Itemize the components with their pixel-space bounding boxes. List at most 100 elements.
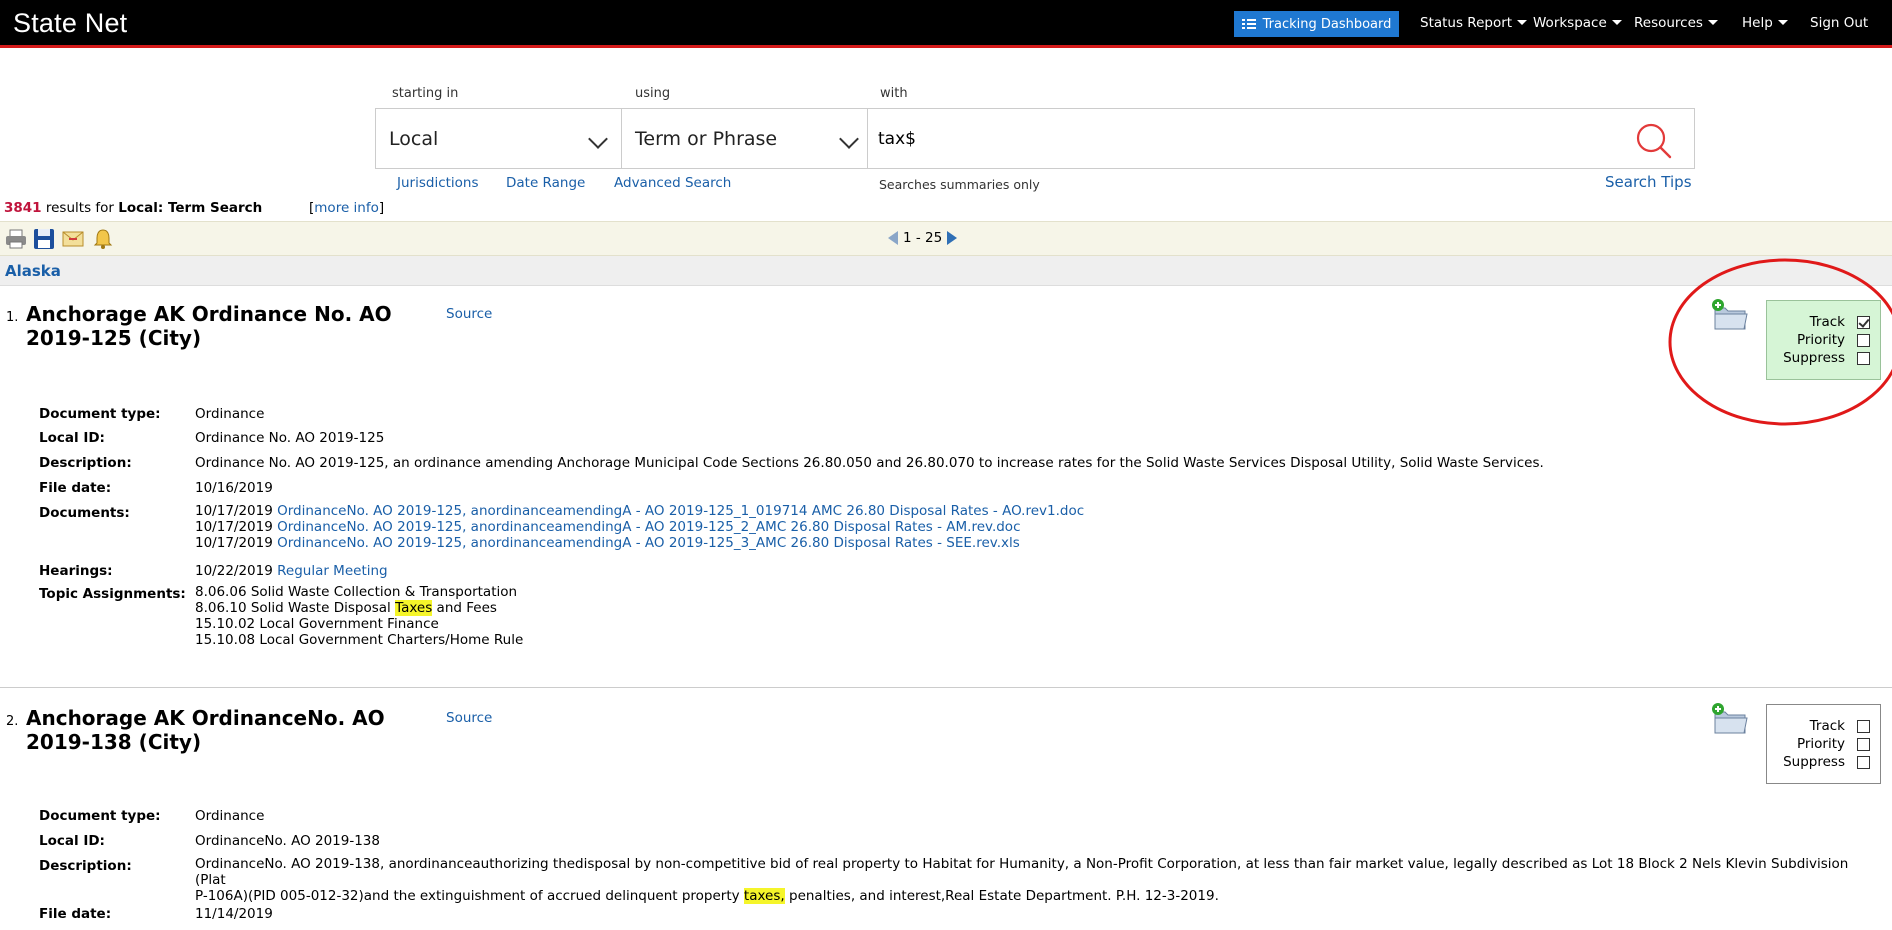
priority-label: Priority [1796, 332, 1845, 348]
caret-down-icon [1611, 19, 1622, 25]
nav-workspace-label: Workspace [1533, 15, 1607, 31]
pagination: 1 - 25 [888, 230, 958, 246]
results-toolbar: 1 - 25 [0, 221, 1892, 256]
field-label-hearings: Hearings: [39, 563, 113, 579]
source-link[interactable]: Source [446, 306, 492, 322]
nav-status-report[interactable]: Status Report [1420, 15, 1528, 31]
advanced-search-link[interactable]: Advanced Search [614, 175, 731, 191]
date-range-link[interactable]: Date Range [506, 175, 585, 191]
search-tips-link[interactable]: Search Tips [1605, 173, 1692, 191]
description-value: OrdinanceNo. AO 2019-138, anordinanceaut… [195, 856, 1855, 904]
with-label: with [880, 86, 908, 101]
result-title: Anchorage AK OrdinanceNo. AO 2019-138 (C… [26, 706, 385, 754]
description-value: Ordinance No. AO 2019-125, an ordinance … [195, 455, 1544, 471]
nav-resources[interactable]: Resources [1634, 15, 1718, 31]
suppress-label: Suppress [1783, 350, 1845, 366]
search-type-select[interactable]: Term or Phrase [622, 109, 867, 168]
track-checkbox[interactable] [1857, 315, 1870, 329]
description-line: P-106A)(PID 005-012-32)and the extinguis… [195, 888, 1855, 904]
nav-sign-out[interactable]: Sign Out [1810, 15, 1868, 31]
jurisdictions-link[interactable]: Jurisdictions [397, 175, 479, 191]
document-row: 10/17/2019 OrdinanceNo. AO 2019-125, ano… [195, 519, 1084, 535]
tracking-panel: Track Priority Suppress [1766, 300, 1881, 380]
next-page-icon[interactable] [947, 231, 958, 245]
documents-list: 10/17/2019 OrdinanceNo. AO 2019-125, ano… [195, 503, 1084, 551]
bracket-close: ] [378, 200, 385, 216]
file-date-value: 11/14/2019 [195, 906, 273, 922]
results-for-text: results for [45, 200, 114, 216]
divider [867, 109, 868, 168]
document-link[interactable]: OrdinanceNo. AO 2019-125, anordinanceame… [277, 503, 1084, 519]
priority-checkbox[interactable] [1857, 737, 1870, 751]
field-label-description: Description: [39, 858, 132, 874]
field-label-documents: Documents: [39, 505, 130, 521]
priority-checkbox[interactable] [1857, 333, 1870, 347]
search-scope-note: Searches summaries only [879, 177, 1040, 192]
search-bar: Local Term or Phrase [375, 108, 1695, 169]
topic-text: 8.06.10 Solid Waste Disposal [195, 600, 396, 616]
more-info-link[interactable]: more info [314, 200, 379, 216]
caret-down-icon [1777, 19, 1788, 25]
suppress-row: Suppress [1767, 349, 1870, 367]
tracking-dashboard-button[interactable]: Tracking Dashboard [1234, 11, 1399, 37]
caret-down-icon [1707, 19, 1718, 25]
priority-row: Priority [1767, 331, 1870, 349]
description-text: P-106A)(PID 005-012-32)and the extinguis… [195, 888, 744, 904]
result-number: 1. [6, 310, 19, 325]
hearing-link[interactable]: Regular Meeting [277, 563, 388, 579]
tracking-panel: Track Priority Suppress [1766, 704, 1881, 784]
search-icon[interactable] [1634, 121, 1674, 161]
track-row: Track [1767, 717, 1870, 735]
caret-down-icon [1517, 19, 1528, 25]
search-input[interactable] [878, 109, 1608, 168]
prev-page-icon[interactable] [888, 231, 898, 245]
search-hit-highlight: taxes, [743, 888, 785, 904]
topics-list: 8.06.06 Solid Waste Collection & Transpo… [195, 584, 523, 648]
jurisdiction-select[interactable]: Local [376, 109, 621, 168]
group-title[interactable]: Alaska [5, 262, 61, 280]
result-title: Anchorage AK Ordinance No. AO 2019-125 (… [26, 302, 392, 350]
suppress-checkbox[interactable] [1857, 755, 1870, 769]
field-label-file-date: File date: [39, 906, 112, 922]
field-label-local-id: Local ID: [39, 833, 105, 849]
print-icon[interactable] [5, 228, 27, 250]
topic-item: 8.06.10 Solid Waste Disposal Taxes and F… [195, 600, 523, 616]
suppress-checkbox[interactable] [1857, 351, 1870, 365]
using-label: using [635, 86, 671, 101]
results-count: 3841 [4, 200, 42, 216]
results-summary: 3841 results for Local: Term Search [4, 200, 262, 216]
main-nav: Tracking Dashboard Status Report Workspa… [0, 0, 1892, 48]
document-row: 10/17/2019 OrdinanceNo. AO 2019-125, ano… [195, 535, 1084, 551]
search-type-select-value: Term or Phrase [635, 127, 778, 150]
nav-help[interactable]: Help [1742, 15, 1788, 31]
document-link[interactable]: OrdinanceNo. AO 2019-125, anordinanceame… [277, 519, 1020, 535]
description-line: OrdinanceNo. AO 2019-138, anordinanceaut… [195, 856, 1849, 888]
nav-sign-out-label: Sign Out [1810, 15, 1869, 31]
list-icon [1241, 18, 1256, 30]
nav-workspace[interactable]: Workspace [1533, 15, 1622, 31]
track-checkbox[interactable] [1857, 719, 1870, 733]
document-link[interactable]: OrdinanceNo. AO 2019-125, anordinanceame… [277, 535, 1020, 551]
add-folder-icon[interactable] [1711, 702, 1749, 736]
hearing-value: 10/22/2019 Regular Meeting [195, 563, 388, 579]
email-icon[interactable] [62, 228, 84, 250]
more-info: [more info] [309, 200, 384, 216]
results-query: Local: Term Search [118, 200, 263, 216]
document-row: 10/17/2019 OrdinanceNo. AO 2019-125, ano… [195, 503, 1084, 519]
topic-text: and Fees [432, 600, 497, 616]
source-link[interactable]: Source [446, 710, 492, 726]
field-label-local-id: Local ID: [39, 430, 105, 446]
field-label-file-date: File date: [39, 480, 112, 496]
document-date: 10/17/2019 [195, 519, 273, 535]
result-number: 2. [6, 714, 19, 729]
priority-row: Priority [1767, 735, 1870, 753]
alert-bell-icon[interactable] [92, 228, 114, 250]
field-label-doc-type: Document type: [39, 808, 161, 824]
save-icon[interactable] [33, 228, 55, 250]
add-folder-icon[interactable] [1711, 298, 1749, 332]
hearing-date: 10/22/2019 [195, 563, 273, 579]
starting-in-label: starting in [392, 86, 459, 101]
jurisdiction-group-header: Alaska [0, 256, 1892, 286]
field-label-doc-type: Document type: [39, 406, 161, 422]
page-range: 1 - 25 [903, 230, 943, 246]
